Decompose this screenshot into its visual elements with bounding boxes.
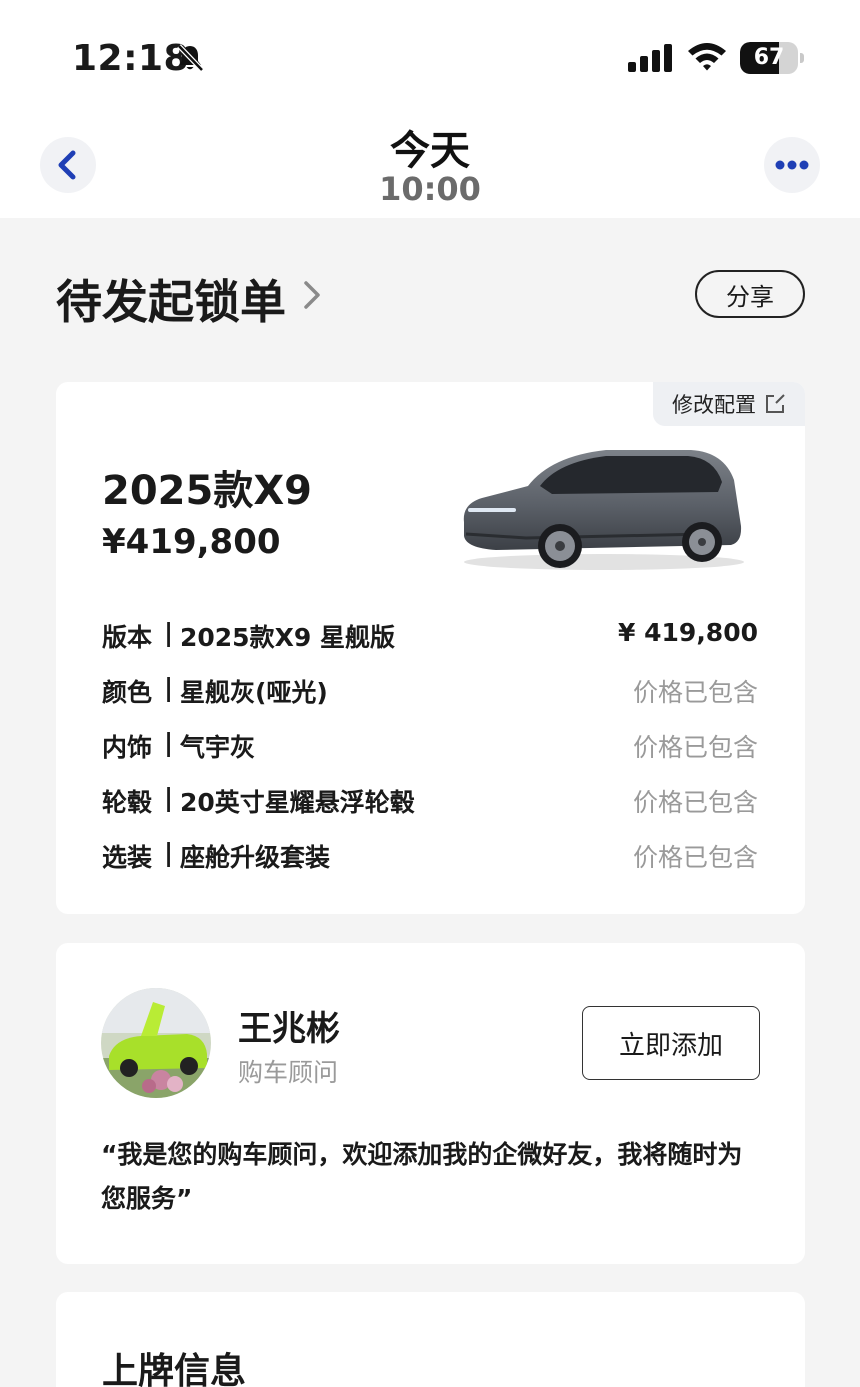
model-name: 2025款X9 <box>102 468 312 514</box>
nav-title: 今天 <box>390 128 470 174</box>
external-edit-icon <box>766 394 785 413</box>
advisor-quote: “我是您的购车顾问，欢迎添加我的企微好友，我将随时为您服务” <box>101 1140 743 1213</box>
edit-config-label: 修改配置 <box>672 393 756 417</box>
row-value: 气宇灰 <box>180 733 256 762</box>
battery-level: 67 <box>753 45 785 70</box>
bell-slash-icon <box>177 44 204 72</box>
edit-config-button[interactable]: 修改配置 <box>653 382 805 426</box>
row-label: 选装 <box>102 843 153 872</box>
config-row-options: 选装 | 座舱升级套装 价格已包含 <box>102 838 758 878</box>
advisor-role: 购车顾问 <box>238 1058 339 1087</box>
add-advisor-button[interactable]: 立即添加 <box>582 1006 760 1080</box>
row-label: 轮毂 <box>102 788 153 817</box>
row-label: 内饰 <box>102 733 153 762</box>
battery-tip <box>800 53 804 63</box>
status-time: 12:18 <box>72 38 190 79</box>
row-label: 颜色 <box>102 678 153 707</box>
advisor-card: 王兆彬 购车顾问 立即添加 “我是您的购车顾问，欢迎添加我的企微好友，我将随时为… <box>56 943 805 1264</box>
battery-body: 67 <box>740 42 798 74</box>
config-row-color: 颜色 | 星舰灰(哑光) 价格已包含 <box>102 673 758 713</box>
row-separator: | <box>164 728 174 757</box>
row-price: 价格已包含 <box>632 843 758 872</box>
row-separator: | <box>164 673 174 702</box>
config-row-version: 版本 | 2025款X9 星舰版 ¥ 419,800 <box>102 618 758 658</box>
signal-icon <box>628 44 672 72</box>
config-card: 修改配置 2025款X9 ¥419,800 版本 | 2025款X9 星舰版 ¥… <box>56 382 805 914</box>
row-value: 20英寸星耀悬浮轮毂 <box>180 788 415 817</box>
config-row-wheels: 轮毂 | 20英寸星耀悬浮轮毂 价格已包含 <box>102 783 758 823</box>
plate-info-card: 上牌信息 <box>56 1292 805 1387</box>
more-button[interactable] <box>764 137 820 193</box>
row-price: ¥ 419,800 <box>618 618 758 647</box>
more-dots-icon <box>775 160 809 170</box>
row-separator: | <box>164 783 174 812</box>
config-row-interior: 内饰 | 气宇灰 价格已包含 <box>102 728 758 768</box>
row-value: 星舰灰(哑光) <box>180 678 328 707</box>
car-image <box>463 450 744 570</box>
row-price: 价格已包含 <box>632 788 758 817</box>
section-title[interactable]: 待发起锁单 <box>56 266 286 332</box>
avatar <box>101 988 211 1098</box>
row-separator: | <box>164 618 174 647</box>
advisor-name: 王兆彬 <box>238 1009 340 1049</box>
plate-info-title: 上牌信息 <box>102 1351 247 1387</box>
row-separator: | <box>164 838 174 867</box>
row-label: 版本 <box>102 623 153 652</box>
share-button[interactable]: 分享 <box>695 270 805 318</box>
row-price: 价格已包含 <box>632 678 758 707</box>
row-value: 2025款X9 星舰版 <box>180 623 395 652</box>
wifi-icon <box>688 43 726 71</box>
model-price: ¥419,800 <box>102 522 281 562</box>
chevron-right-icon[interactable] <box>298 278 326 312</box>
row-value: 座舱升级套装 <box>180 843 331 872</box>
nav-subtitle: 10:00 <box>379 170 481 208</box>
battery-icon: 67 <box>740 42 804 74</box>
row-price: 价格已包含 <box>632 733 758 762</box>
